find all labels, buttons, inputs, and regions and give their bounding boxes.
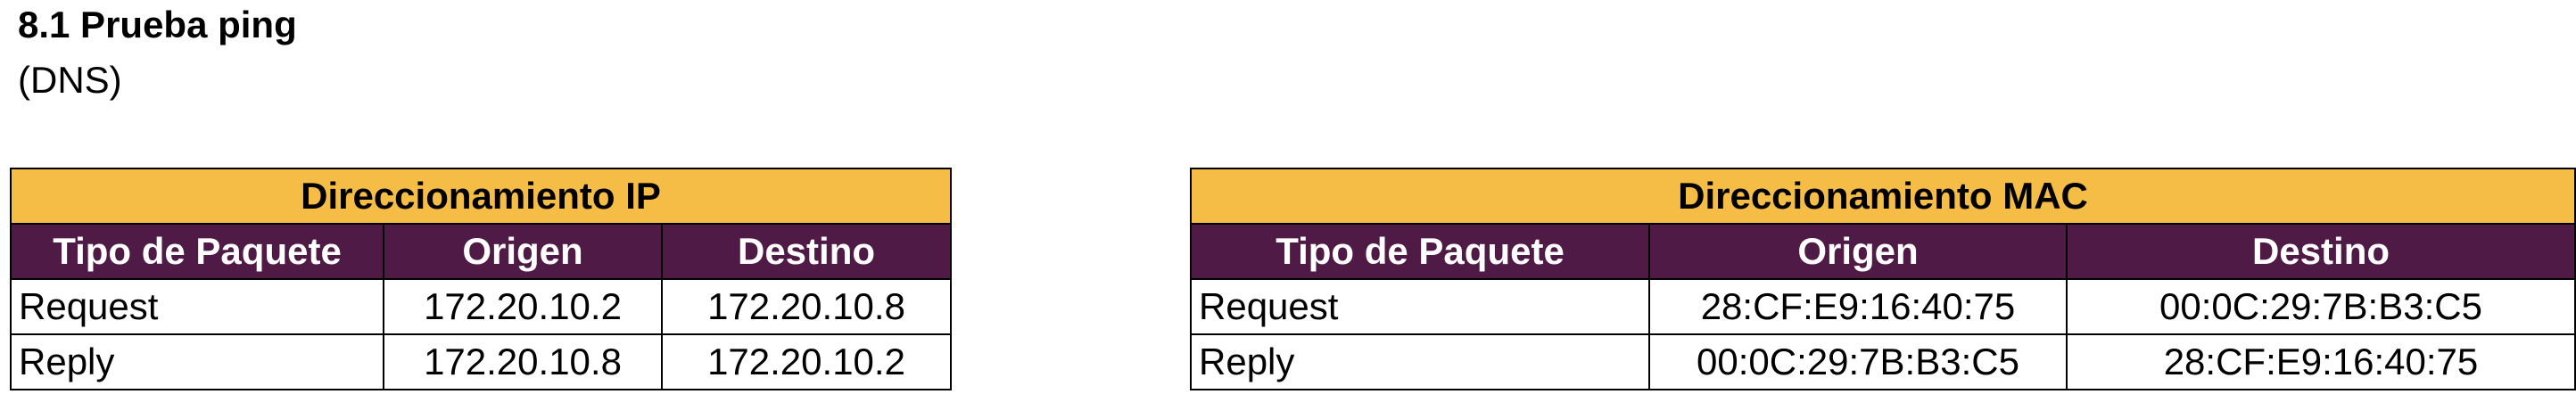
section-subtitle: (DNS) [18, 59, 122, 101]
destination-cell: 172.20.10.8 [661, 278, 952, 335]
origin-cell: 00:0C:29:7B:B3:C5 [1648, 333, 2068, 390]
destination-cell: 00:0C:29:7B:B3:C5 [2066, 278, 2576, 335]
table-row: Reply 172.20.10.8 172.20.10.2 [10, 333, 952, 390]
ip-addressing-table: Direccionamiento IP Tipo de Paquete Orig… [10, 168, 952, 390]
packet-type-cell: Request [1190, 278, 1650, 335]
packet-type-cell: Reply [10, 333, 384, 390]
table-caption: Direccionamiento MAC [1190, 168, 2576, 225]
packet-type-cell: Request [10, 278, 384, 335]
mac-addressing-table: Direccionamiento MAC Tipo de Paquete Ori… [1190, 168, 2576, 390]
table-caption-row: Direccionamiento IP [10, 168, 952, 225]
origin-cell: 172.20.10.2 [383, 278, 663, 335]
table-row: Request 172.20.10.2 172.20.10.8 [10, 278, 952, 335]
column-header-destination: Destino [661, 223, 952, 280]
table-header-row: Tipo de Paquete Origen Destino [10, 223, 952, 280]
destination-cell: 28:CF:E9:16:40:75 [2066, 333, 2576, 390]
packet-type-cell: Reply [1190, 333, 1650, 390]
destination-cell: 172.20.10.2 [661, 333, 952, 390]
section-title: 8.1 Prueba ping [18, 4, 297, 45]
origin-cell: 28:CF:E9:16:40:75 [1648, 278, 2068, 335]
table-header-row: Tipo de Paquete Origen Destino [1190, 223, 2576, 280]
table-caption: Direccionamiento IP [10, 168, 952, 225]
table-caption-row: Direccionamiento MAC [1190, 168, 2576, 225]
origin-cell: 172.20.10.8 [383, 333, 663, 390]
column-header-packet-type: Tipo de Paquete [1190, 223, 1650, 280]
table-row: Request 28:CF:E9:16:40:75 00:0C:29:7B:B3… [1190, 278, 2576, 335]
column-header-origin: Origen [383, 223, 663, 280]
column-header-destination: Destino [2066, 223, 2576, 280]
column-header-packet-type: Tipo de Paquete [10, 223, 384, 280]
table-row: Reply 00:0C:29:7B:B3:C5 28:CF:E9:16:40:7… [1190, 333, 2576, 390]
column-header-origin: Origen [1648, 223, 2068, 280]
